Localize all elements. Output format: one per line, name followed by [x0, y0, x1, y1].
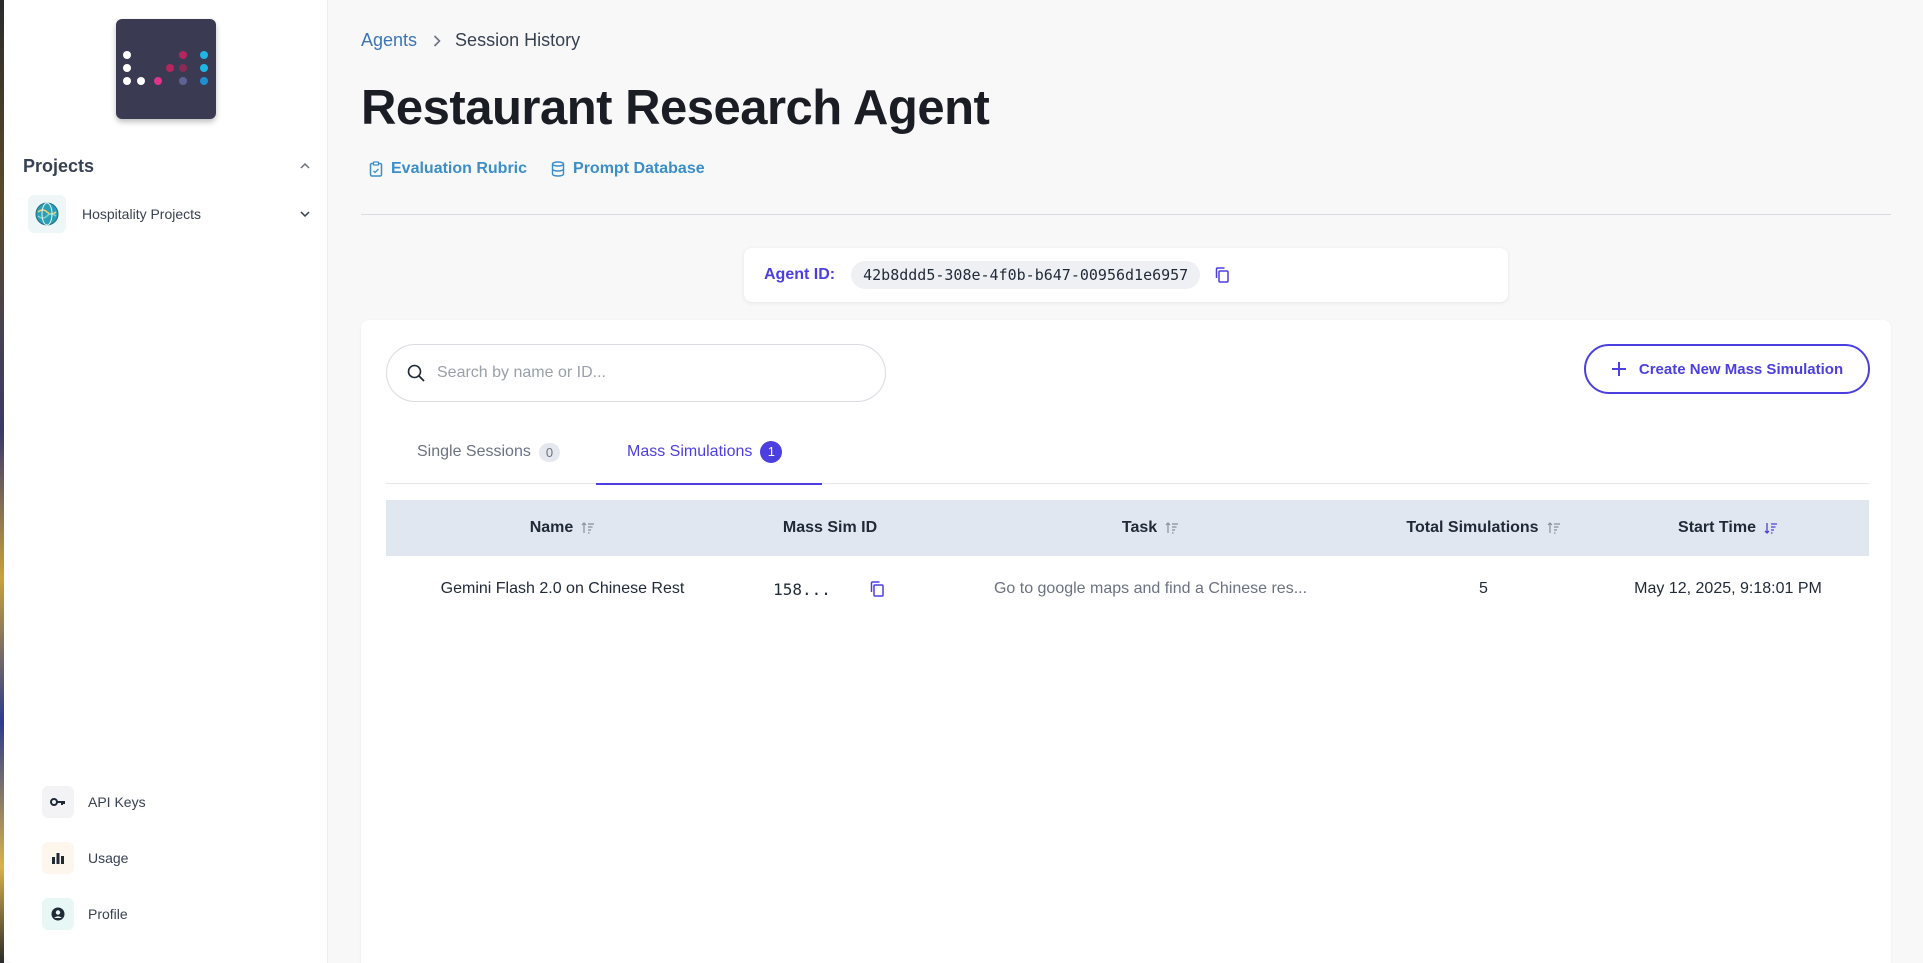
- chevron-down-icon[interactable]: [297, 206, 313, 222]
- nav-item-api-keys[interactable]: API Keys: [42, 786, 302, 818]
- breadcrumb: Agents Session History: [361, 30, 580, 51]
- copy-icon[interactable]: [1212, 265, 1232, 285]
- search-input[interactable]: [437, 364, 857, 382]
- table-header: Name Mass Sim ID Task Total Simulations …: [386, 500, 1869, 556]
- create-mass-simulation-button[interactable]: Create New Mass Simulation: [1584, 344, 1870, 394]
- column-header-start-time[interactable]: Start Time: [1587, 519, 1869, 537]
- mass-simulations-table: Name Mass Sim ID Task Total Simulations …: [386, 500, 1869, 622]
- search-icon: [407, 364, 425, 382]
- user-circle-icon: [42, 898, 74, 930]
- count-badge: 1: [760, 440, 783, 463]
- nav-label: Usage: [88, 850, 129, 866]
- search-box[interactable]: [386, 344, 886, 402]
- tab-single-sessions[interactable]: Single Sessions 0: [417, 420, 561, 484]
- table-row[interactable]: Gemini Flash 2.0 on Chinese Rest 158... …: [386, 556, 1869, 622]
- projects-title: Projects: [23, 155, 95, 176]
- page-links: Evaluation Rubric Prompt Database: [369, 160, 729, 178]
- bottom-nav: API Keys Usage Profile: [42, 786, 302, 954]
- chevron-up-icon[interactable]: [297, 158, 313, 174]
- cell-total-simulations: 5: [1479, 580, 1488, 597]
- agent-id-label: Agent ID:: [764, 266, 836, 283]
- cell-task: Go to google maps and find a Chinese res…: [993, 580, 1308, 597]
- nav-label: Profile: [88, 906, 128, 922]
- sort-icon[interactable]: [581, 522, 595, 534]
- nav-item-profile[interactable]: Profile: [42, 898, 302, 930]
- bar-chart-icon: [42, 842, 74, 874]
- sort-icon[interactable]: [1547, 522, 1561, 534]
- cell-name: Gemini Flash 2.0 on Chinese Rest: [440, 580, 685, 597]
- create-button-label: Create New Mass Simulation: [1638, 360, 1844, 378]
- breadcrumb-agents-link[interactable]: Agents: [361, 30, 417, 51]
- copy-icon[interactable]: [867, 579, 887, 599]
- column-header-task[interactable]: Task: [921, 519, 1380, 537]
- page-title: Restaurant Research Agent: [361, 81, 990, 135]
- mass-sim-id-value: 158...: [773, 579, 831, 599]
- column-header-total-simulations[interactable]: Total Simulations: [1380, 519, 1587, 537]
- tab-label: Mass Simulations: [627, 442, 753, 460]
- agent-id-card: Agent ID: 42b8ddd5-308e-4f0b-b647-00956d…: [744, 248, 1508, 302]
- clipboard-icon: [369, 161, 383, 177]
- sidebar: Projects Hospitality Projects API Keys U…: [4, 0, 328, 963]
- column-label: Name: [529, 519, 574, 536]
- sidebar-project-hospitality[interactable]: Hospitality Projects: [28, 195, 313, 233]
- column-label: Start Time: [1678, 519, 1756, 536]
- column-label: Mass Sim ID: [782, 519, 878, 536]
- projects-header[interactable]: Projects: [23, 154, 313, 178]
- cell-mass-sim-id: 158...: [739, 579, 921, 599]
- prompt-database-link[interactable]: Prompt Database: [551, 160, 705, 178]
- cell-start-time: May 12, 2025, 9:18:01 PM: [1634, 580, 1822, 597]
- database-icon: [551, 161, 565, 177]
- column-header-name[interactable]: Name: [386, 519, 739, 537]
- evaluation-rubric-link[interactable]: Evaluation Rubric: [369, 160, 527, 178]
- column-label: Total Simulations: [1406, 519, 1539, 536]
- key-icon: [42, 786, 74, 818]
- main-content: Agents Session History Restaurant Resear…: [361, 0, 1891, 963]
- column-header-mass-sim-id: Mass Sim ID: [739, 519, 921, 537]
- sort-desc-icon[interactable]: [1764, 522, 1778, 534]
- breadcrumb-current: Session History: [455, 30, 581, 50]
- globe-icon: [28, 195, 66, 233]
- tab-label: Single Sessions: [417, 443, 531, 460]
- column-label: Task: [1121, 519, 1158, 536]
- header-divider: [361, 214, 1891, 215]
- nav-label: API Keys: [88, 794, 146, 810]
- chevron-right-icon: [433, 34, 441, 47]
- session-tabs: Single Sessions 0 Mass Simulations 1: [386, 420, 1869, 485]
- app-logo[interactable]: [116, 19, 216, 119]
- project-label: Hospitality Projects: [82, 206, 202, 222]
- agent-id-value: 42b8ddd5-308e-4f0b-b647-00956d1e6957: [851, 261, 1201, 289]
- plus-icon: [1611, 361, 1627, 377]
- sort-icon[interactable]: [1165, 522, 1179, 534]
- nav-item-usage[interactable]: Usage: [42, 842, 302, 874]
- count-badge: 0: [538, 442, 561, 462]
- evaluation-rubric-label: Evaluation Rubric: [391, 160, 528, 177]
- sessions-panel: Create New Mass Simulation Single Sessio…: [361, 320, 1891, 963]
- prompt-database-label: Prompt Database: [573, 160, 705, 177]
- tab-mass-simulations[interactable]: Mass Simulations 1: [596, 420, 822, 485]
